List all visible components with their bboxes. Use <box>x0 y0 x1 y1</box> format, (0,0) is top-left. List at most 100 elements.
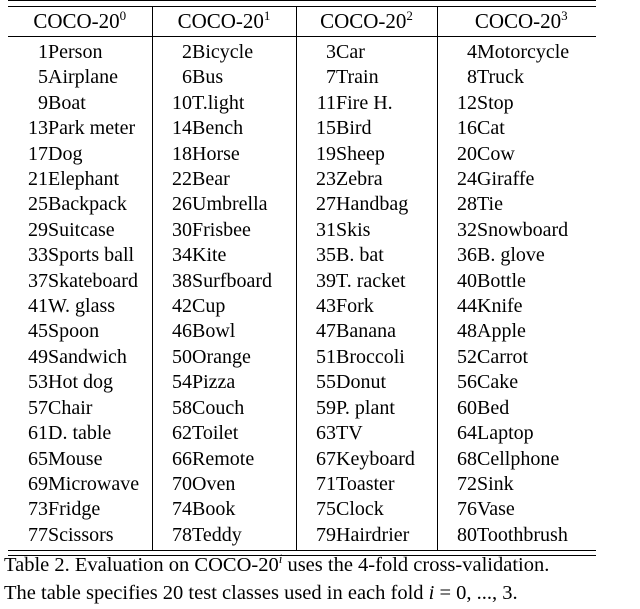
column-header-superscript-1: 1 <box>263 8 271 23</box>
table-row: 41 W. glass 42 Cup 43 Fork 44 Knife <box>8 294 605 320</box>
class-name-cell: Cake <box>477 371 519 394</box>
class-id-cell: 4 <box>436 37 477 66</box>
class-id-cell: 75 <box>295 497 336 523</box>
class-name-cell: Oven <box>192 472 236 495</box>
class-name-cell: TV <box>336 422 363 445</box>
class-id-cell: 78 <box>151 522 192 551</box>
class-id-cell: 49 <box>28 345 48 368</box>
class-name-cell: Spoon <box>48 320 100 343</box>
class-id-cell: 59 <box>295 395 336 422</box>
class-name-cell: Toaster <box>336 472 395 495</box>
class-name-cell: Suitcase <box>48 218 115 241</box>
class-id-cell: 57 <box>28 396 48 419</box>
class-name-cell: Surfboard <box>192 269 272 292</box>
class-name-cell: Sink <box>477 472 514 495</box>
class-name-cell: Handbag <box>336 193 409 216</box>
class-name-cell: Fork <box>336 295 374 318</box>
table-row: 33 Sports ball 34 Kite 35 B. bat 36 B. glove <box>8 243 605 269</box>
class-name-cell: Stop <box>477 91 514 114</box>
coco-class-table: COCO-200 COCO-201 COCO-202 COCO-203 1 Pe… <box>8 0 605 557</box>
class-id-cell: 55 <box>295 370 336 396</box>
table-row: 1 Person 2 Bicycle 3 Car 4 Motorcycle <box>8 37 605 66</box>
class-name-cell: Backpack <box>48 193 127 216</box>
class-name-cell: Cup <box>192 295 226 318</box>
class-name-cell: Horse <box>192 142 240 165</box>
class-name-cell: Bear <box>192 168 230 191</box>
class-id-cell: 77 <box>28 523 48 546</box>
class-id-cell: 80 <box>436 522 477 551</box>
class-name-cell: Bird <box>336 117 372 140</box>
class-name-cell: Train <box>336 66 379 89</box>
class-id-cell: 6 <box>151 65 192 91</box>
class-id-cell: 29 <box>28 218 48 241</box>
class-id-cell: 30 <box>151 217 192 244</box>
class-name-cell: Knife <box>477 295 523 318</box>
class-id-cell: 79 <box>295 522 336 551</box>
class-name-cell: Microwave <box>48 472 140 495</box>
class-id-cell: 2 <box>151 37 192 66</box>
class-id-cell: 34 <box>151 243 192 269</box>
class-id-cell: 21 <box>28 168 48 191</box>
class-id-cell: 60 <box>436 395 477 422</box>
column-header-base-1: COCO-20 <box>177 9 264 33</box>
class-id-cell: 58 <box>151 395 192 422</box>
table-row: 65 Mouse 66 Remote 67 Keyboard 68 Cellphone <box>8 446 605 472</box>
class-id-cell: 45 <box>28 320 48 343</box>
class-id-cell: 61 <box>28 422 48 445</box>
class-id-cell: 23 <box>295 167 336 193</box>
class-id-cell: 72 <box>436 471 477 498</box>
class-name-cell: Zebra <box>336 168 383 191</box>
coco-table-body: 1 Person 2 Bicycle 3 Car 4 Motorcycle 5 Airplane 6… <box>8 37 605 551</box>
class-id-cell: 51 <box>295 344 336 371</box>
class-name-cell: Truck <box>477 66 525 89</box>
table-header-row: COCO-200 COCO-201 COCO-202 COCO-203 <box>8 7 605 36</box>
class-id-cell: 68 <box>436 446 477 472</box>
table-row: 5 Airplane 6 Bus 7 Train 8 Truck <box>8 65 605 91</box>
class-name-cell: Apple <box>477 320 526 343</box>
caption-line1-text-b: uses the 4-fold cross-validation. <box>282 554 550 576</box>
class-name-cell: W. glass <box>48 295 116 318</box>
class-id-cell: 65 <box>28 447 48 470</box>
class-id-cell: 70 <box>151 471 192 498</box>
class-name-cell: Hot dog <box>48 371 113 394</box>
class-name-cell: Vase <box>477 498 515 521</box>
class-id-cell: 64 <box>436 421 477 447</box>
table-row: 9 Boat 10 T.light 11 Fire H. 12 Stop <box>8 90 605 117</box>
class-name-cell: Park meter <box>48 117 136 140</box>
class-id-cell: 35 <box>295 243 336 269</box>
class-id-cell: 42 <box>151 294 192 320</box>
class-name-cell: Cat <box>477 117 505 140</box>
class-id-cell: 36 <box>436 243 477 269</box>
class-name-cell: Bottle <box>477 269 526 292</box>
class-id-cell: 53 <box>28 371 48 394</box>
class-id-cell: 52 <box>436 344 477 371</box>
table-body: 1 Person 2 Bicycle 3 Car 4 Motorcycle 5 Airplane 6… <box>8 37 605 551</box>
class-name-cell: Umbrella <box>192 193 268 216</box>
class-id-cell: 8 <box>436 65 477 91</box>
class-id-cell: 14 <box>151 116 192 142</box>
class-name-cell: Hairdrier <box>336 523 410 546</box>
table-row: 13 Park meter 14 Bench 15 Bird 16 Cat <box>8 116 605 142</box>
class-name-cell: Bed <box>477 396 510 419</box>
column-header-fold-0: COCO-200 <box>8 7 152 36</box>
class-id-cell: 27 <box>295 192 336 218</box>
class-id-cell: 54 <box>151 370 192 396</box>
table-row: 57 Chair 58 Couch 59 P. plant 60 Bed <box>8 395 605 422</box>
class-name-cell: Dog <box>48 142 83 165</box>
class-id-cell: 37 <box>28 269 48 292</box>
class-name-cell: Broccoli <box>336 345 405 368</box>
class-name-cell: Chair <box>48 396 93 419</box>
class-name-cell: Laptop <box>477 422 534 445</box>
class-id-cell: 28 <box>436 192 477 218</box>
class-name-cell: Frisbee <box>192 218 251 241</box>
class-name-cell: Teddy <box>192 523 242 546</box>
class-name-cell: Bicycle <box>192 41 254 63</box>
class-name-cell: Pizza <box>192 371 236 394</box>
column-header-superscript-0: 0 <box>119 8 127 23</box>
class-id-cell: 47 <box>295 319 336 345</box>
class-name-cell: Toothbrush <box>477 523 568 546</box>
class-name-cell: Keyboard <box>336 447 415 470</box>
column-header-base-3: COCO-20 <box>474 9 562 33</box>
table-row: 17 Dog 18 Horse 19 Sheep 20 Cow <box>8 141 605 168</box>
class-name-cell: Banana <box>336 320 396 343</box>
